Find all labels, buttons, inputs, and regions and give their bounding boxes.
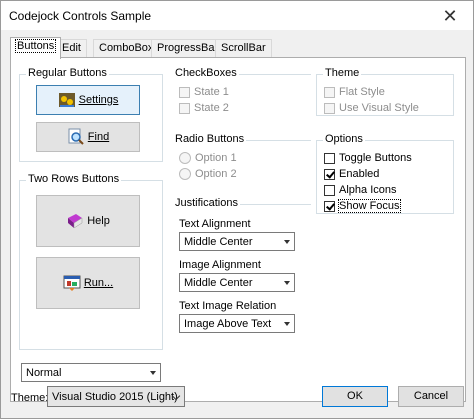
run-label: Run... xyxy=(83,277,114,289)
group-radio-buttons-label: Radio Buttons xyxy=(173,133,247,145)
group-theme-label: Theme xyxy=(323,67,362,79)
tab-combobox-label: ComboBox xyxy=(99,42,154,54)
tab-scrollbar-label: ScrollBar xyxy=(221,42,266,54)
text-alignment-label: Text Alignment xyxy=(179,218,251,230)
cancel-button[interactable]: Cancel xyxy=(398,386,464,407)
option2-radio[interactable]: Option 2 xyxy=(179,168,237,180)
text-image-relation-value: Image Above Text xyxy=(184,318,272,330)
use-visual-style-label: Use Visual Style xyxy=(339,102,419,114)
chevron-down-icon xyxy=(284,281,290,285)
checkbox-box xyxy=(324,102,335,114)
image-alignment-label: Image Alignment xyxy=(179,259,261,271)
button-style-value: Normal xyxy=(26,367,62,379)
title-bar: Codejock Controls Sample ✕ xyxy=(0,0,474,30)
find-icon xyxy=(67,128,85,146)
checkmark-icon xyxy=(324,168,335,180)
settings-icon xyxy=(58,91,76,109)
enabled-checkbox[interactable]: Enabled xyxy=(324,168,379,180)
group-two-rows-buttons: Two Rows Buttons Help Run... xyxy=(19,173,163,350)
group-two-rows-buttons-label: Two Rows Buttons xyxy=(26,173,122,185)
chevron-down-icon xyxy=(150,371,156,375)
checkbox-box xyxy=(179,102,190,114)
tab-buttons-label: Buttons xyxy=(14,39,57,53)
checkmark-icon xyxy=(324,200,335,212)
chevron-down-icon xyxy=(284,240,290,244)
tab-panel: Regular Buttons Settings Find Two Rows B… xyxy=(10,57,466,402)
text-alignment-value: Middle Center xyxy=(184,236,253,248)
window-title: Codejock Controls Sample xyxy=(9,9,152,23)
theme-label: Theme: xyxy=(11,392,49,404)
chevron-down-icon xyxy=(284,322,290,326)
group-regular-buttons-label: Regular Buttons xyxy=(26,67,109,79)
show-focus-label: Show Focus xyxy=(338,199,401,213)
checkbox-box xyxy=(324,86,335,98)
tab-edit-label: Edit xyxy=(62,42,81,54)
option1-label: Option 1 xyxy=(195,152,237,164)
run-button[interactable]: Run... xyxy=(36,257,140,309)
group-regular-buttons: Regular Buttons Settings Find xyxy=(19,67,163,162)
close-icon[interactable]: ✕ xyxy=(427,1,473,31)
tab-progressbar-label: ProgressBar xyxy=(157,42,219,54)
radio-dot xyxy=(179,152,191,164)
group-justifications-label: Justifications xyxy=(173,197,240,209)
group-options-label: Options xyxy=(323,133,365,145)
option2-label: Option 2 xyxy=(195,168,237,180)
help-label: Help xyxy=(87,215,110,227)
ok-button[interactable]: OK xyxy=(322,386,388,407)
find-button[interactable]: Find xyxy=(36,122,140,152)
flat-style-label: Flat Style xyxy=(339,86,385,98)
help-button[interactable]: Help xyxy=(36,195,140,247)
help-book-icon xyxy=(66,212,84,230)
enabled-label: Enabled xyxy=(339,168,380,180)
toggle-buttons-checkbox[interactable]: Toggle Buttons xyxy=(324,152,412,164)
radio-dot xyxy=(179,168,191,180)
toggle-buttons-label: Toggle Buttons xyxy=(339,152,412,164)
checkbox-box xyxy=(324,152,335,164)
flat-style-checkbox[interactable]: Flat Style xyxy=(324,86,385,98)
tab-combobox[interactable]: ComboBox xyxy=(93,39,160,58)
tab-scrollbar[interactable]: ScrollBar xyxy=(215,39,272,58)
alpha-icons-checkbox[interactable]: Alpha Icons xyxy=(324,184,396,196)
text-alignment-combo[interactable]: Middle Center xyxy=(179,232,295,251)
find-label: Find xyxy=(87,131,110,143)
state1-checkbox[interactable]: State 1 xyxy=(179,86,229,98)
checkbox-box xyxy=(179,86,190,98)
image-alignment-value: Middle Center xyxy=(184,277,253,289)
text-image-relation-label: Text Image Relation xyxy=(179,300,277,312)
theme-combo[interactable]: Visual Studio 2015 (Light) xyxy=(47,386,185,407)
state1-label: State 1 xyxy=(194,86,229,98)
button-style-combo[interactable]: Normal xyxy=(21,363,161,382)
group-checkboxes-label: CheckBoxes xyxy=(173,67,239,79)
settings-label: Settings xyxy=(78,94,119,106)
show-focus-checkbox[interactable]: Show Focus xyxy=(324,199,401,213)
tab-buttons[interactable]: Buttons xyxy=(10,37,62,59)
use-visual-style-checkbox[interactable]: Use Visual Style xyxy=(324,102,419,114)
alpha-icons-label: Alpha Icons xyxy=(339,184,397,196)
image-alignment-combo[interactable]: Middle Center xyxy=(179,273,295,292)
option1-radio[interactable]: Option 1 xyxy=(179,152,237,164)
theme-value: Visual Studio 2015 (Light) xyxy=(52,391,178,403)
tab-progressbar[interactable]: ProgressBar xyxy=(151,39,225,58)
dialog-body: Buttons Edit ComboBox ProgressBar Scroll… xyxy=(0,30,474,419)
checkbox-box xyxy=(324,184,335,196)
text-image-relation-combo[interactable]: Image Above Text xyxy=(179,314,295,333)
run-icon xyxy=(63,274,81,292)
state2-label: State 2 xyxy=(194,102,229,114)
settings-button[interactable]: Settings xyxy=(36,85,140,115)
state2-checkbox[interactable]: State 2 xyxy=(179,102,229,114)
